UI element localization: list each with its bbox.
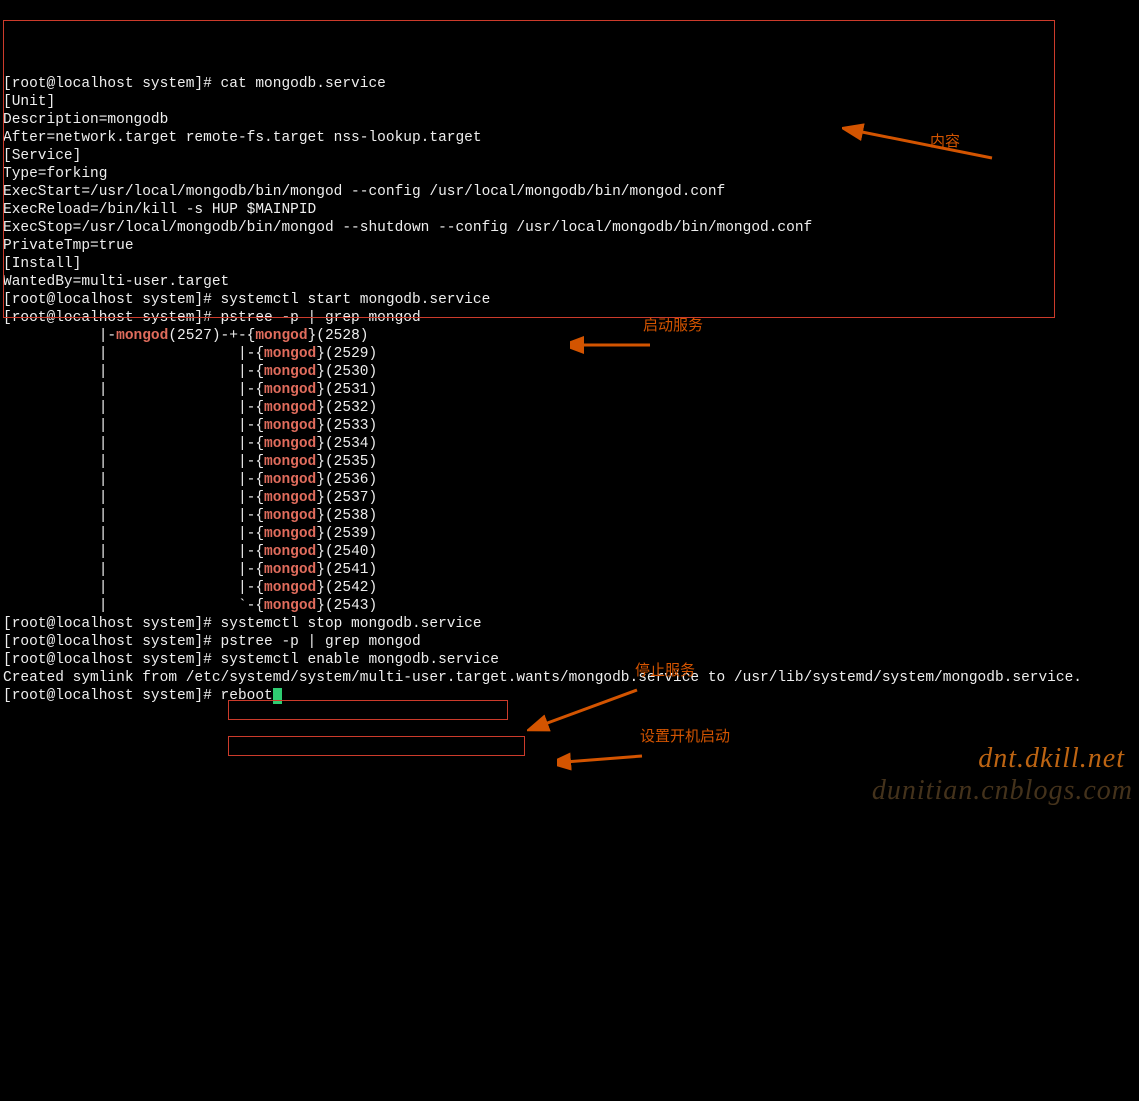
watermark-dkill: dnt.dkill.net [978, 750, 1125, 768]
terminal-line: ExecStop=/usr/local/mongodb/bin/mongod -… [3, 219, 1136, 237]
cursor [273, 688, 282, 704]
terminal-line: WantedBy=multi-user.target [3, 273, 1136, 291]
terminal-line: | |-{mongod}(2537) [3, 489, 1136, 507]
terminal-line: | |-{mongod}(2540) [3, 543, 1136, 561]
terminal-line: | |-{mongod}(2535) [3, 453, 1136, 471]
terminal-line: Type=forking [3, 165, 1136, 183]
terminal-line: PrivateTmp=true [3, 237, 1136, 255]
terminal-output: [root@localhost system]# cat mongodb.ser… [3, 75, 1136, 705]
terminal-line: | |-{mongod}(2542) [3, 579, 1136, 597]
terminal-line: |-mongod(2527)-+-{mongod}(2528) [3, 327, 1136, 345]
terminal-line: | `-{mongod}(2543) [3, 597, 1136, 615]
terminal-line: ExecReload=/bin/kill -s HUP $MAINPID [3, 201, 1136, 219]
terminal-line: | |-{mongod}(2529) [3, 345, 1136, 363]
terminal-line: | |-{mongod}(2533) [3, 417, 1136, 435]
terminal-line: | |-{mongod}(2531) [3, 381, 1136, 399]
terminal-line: [Unit] [3, 93, 1136, 111]
terminal-line: [root@localhost system]# reboot [3, 687, 1136, 705]
box-enable [228, 736, 525, 756]
arrow-enable: 设置开机启动 [540, 726, 757, 798]
terminal-line: [root@localhost system]# systemctl stop … [3, 615, 1136, 633]
terminal-line: Description=mongodb [3, 111, 1136, 129]
terminal-line: [root@localhost system]# cat mongodb.ser… [3, 75, 1136, 93]
terminal-line: | |-{mongod}(2538) [3, 507, 1136, 525]
terminal-line: [root@localhost system]# systemctl start… [3, 291, 1136, 309]
terminal-line: | |-{mongod}(2539) [3, 525, 1136, 543]
terminal-line: Created symlink from /etc/systemd/system… [3, 669, 1136, 687]
terminal-line: [root@localhost system]# pstree -p | gre… [3, 633, 1136, 651]
terminal-line: [Install] [3, 255, 1136, 273]
terminal-line: | |-{mongod}(2532) [3, 399, 1136, 417]
terminal-line: ExecStart=/usr/local/mongodb/bin/mongod … [3, 183, 1136, 201]
terminal-line: [Service] [3, 147, 1136, 165]
watermark-cnblogs: dunitian.cnblogs.com [872, 782, 1133, 800]
terminal-line: [root@localhost system]# pstree -p | gre… [3, 309, 1136, 327]
terminal-line: | |-{mongod}(2536) [3, 471, 1136, 489]
terminal-line: After=network.target remote-fs.target ns… [3, 129, 1136, 147]
terminal-line: [root@localhost system]# systemctl enabl… [3, 651, 1136, 669]
terminal-line: | |-{mongod}(2530) [3, 363, 1136, 381]
terminal-line: | |-{mongod}(2534) [3, 435, 1136, 453]
terminal-line: | |-{mongod}(2541) [3, 561, 1136, 579]
